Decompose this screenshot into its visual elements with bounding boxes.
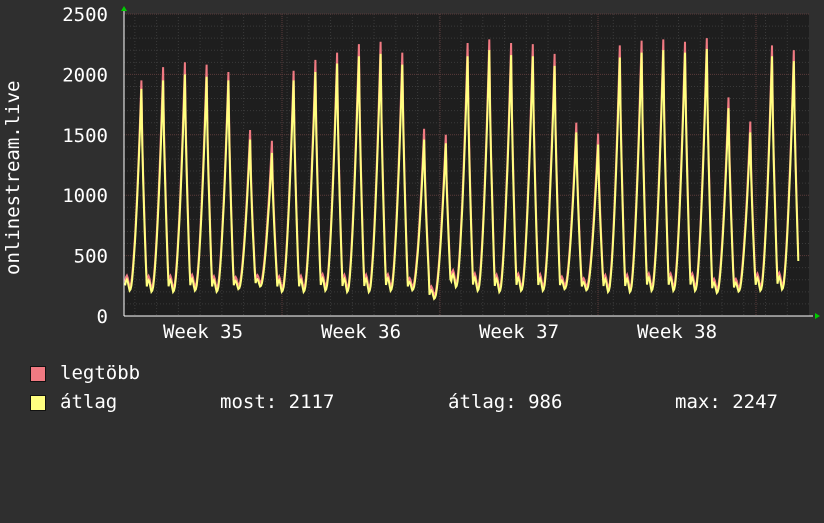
stat-maximum: max: 2247 bbox=[675, 391, 778, 413]
stat-current: most: 2117 bbox=[220, 391, 335, 413]
y-tick-label: 1000 bbox=[62, 185, 108, 207]
legend-swatch-avg bbox=[30, 395, 46, 411]
x-tick-label: Week 36 bbox=[321, 321, 401, 343]
legend-swatch-max bbox=[30, 366, 46, 382]
y-tick-label: 2500 bbox=[62, 4, 108, 26]
legend-label-avg: átlag bbox=[60, 391, 118, 413]
legend-row-avg: átlag most: 2117 átlag: 986 max: 2247 bbox=[30, 391, 820, 413]
stat-average: átlag: 986 bbox=[448, 391, 563, 413]
y-axis-ticks: 0 500 1000 1500 2000 2500 bbox=[62, 4, 108, 328]
chart: 05001000150020002500 Week 35 Week 36 Week … bbox=[62, 4, 820, 343]
y-tick-label: 2000 bbox=[62, 64, 108, 86]
x-tick-label: Week 38 bbox=[637, 321, 717, 343]
y-tick-label: 1500 bbox=[62, 125, 108, 147]
y-axis-arrow bbox=[121, 6, 127, 11]
x-axis-ticks: Week 35 Week 36 Week 37 Week 38 bbox=[163, 321, 717, 343]
y-tick-label: 500 bbox=[74, 246, 108, 268]
x-axis-arrow bbox=[815, 313, 820, 319]
x-tick-label: Week 37 bbox=[479, 321, 559, 343]
legend-label-max: legtöbb bbox=[60, 362, 141, 384]
y-tick-label: 0 bbox=[97, 306, 108, 328]
x-tick-label: Week 35 bbox=[163, 321, 243, 343]
legend-row-max: legtöbb bbox=[30, 362, 820, 384]
y-axis-label: onlinestream.live bbox=[2, 80, 24, 275]
